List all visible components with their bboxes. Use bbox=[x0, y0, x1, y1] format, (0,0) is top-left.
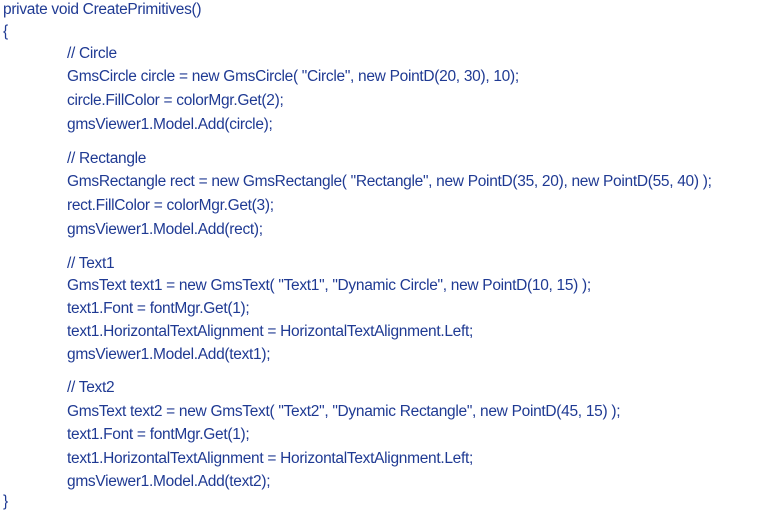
code-line: text1.HorizontalTextAlignment = Horizont… bbox=[67, 450, 474, 467]
code-line: GmsRectangle rect = new GmsRectangle( "R… bbox=[67, 173, 712, 190]
code-line: text1.Font = fontMgr.Get(1); bbox=[67, 300, 250, 317]
code-line: gmsViewer1.Model.Add(text1); bbox=[67, 346, 271, 363]
code-line: text1.HorizontalTextAlignment = Horizont… bbox=[67, 323, 474, 340]
code-line: gmsViewer1.Model.Add(rect); bbox=[67, 221, 263, 238]
code-line: GmsText text2 = new GmsText( "Text2", "D… bbox=[67, 403, 621, 420]
code-line: gmsViewer1.Model.Add(circle); bbox=[67, 116, 273, 133]
code-line: rect.FillColor = colorMgr.Get(3); bbox=[67, 197, 274, 214]
method-signature: private void CreatePrimitives() bbox=[3, 1, 202, 18]
code-line: text1.Font = fontMgr.Get(1); bbox=[67, 426, 250, 443]
code-line: GmsCircle circle = new GmsCircle( "Circl… bbox=[67, 68, 519, 85]
open-brace: { bbox=[3, 23, 8, 40]
comment-text1: // Text1 bbox=[67, 255, 115, 272]
comment-rectangle: // Rectangle bbox=[67, 150, 147, 167]
comment-text2: // Text2 bbox=[67, 379, 115, 396]
code-line: GmsText text1 = new GmsText( "Text1", "D… bbox=[67, 277, 591, 294]
code-line: circle.FillColor = colorMgr.Get(2); bbox=[67, 92, 284, 109]
close-brace: } bbox=[3, 493, 8, 510]
comment-circle: // Circle bbox=[67, 45, 117, 62]
code-listing: private void CreatePrimitives() { // Cir… bbox=[0, 0, 778, 514]
code-line: gmsViewer1.Model.Add(text2); bbox=[67, 473, 271, 490]
